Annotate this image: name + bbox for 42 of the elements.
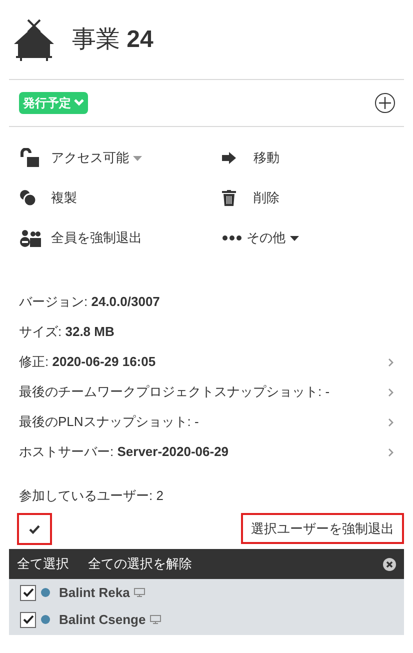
- circles-icon: [19, 189, 37, 207]
- chevron-right-icon[interactable]: [388, 388, 394, 396]
- more-icon: [222, 235, 242, 241]
- monitor-icon: [150, 615, 161, 624]
- close-icon[interactable]: [383, 558, 396, 570]
- monitor-icon: [134, 588, 145, 597]
- action-item[interactable]: その他: [212, 218, 404, 258]
- property-text: ホストサーバー: Server-2020-06-29: [19, 443, 229, 462]
- checkbox[interactable]: [20, 584, 36, 600]
- unlock-icon: [19, 148, 41, 168]
- checkmark-icon: [29, 524, 40, 534]
- property-text: サイズ: 32.8 MB: [19, 323, 114, 342]
- chevron-right-icon[interactable]: [388, 358, 394, 366]
- user-name: Balint Csenge: [59, 610, 146, 629]
- users-icon: [19, 229, 41, 247]
- plus-icon: [379, 97, 391, 109]
- deselect-all-button[interactable]: 全ての選択を解除: [88, 554, 192, 574]
- action-item[interactable]: 全員を強制退出: [19, 218, 212, 258]
- action-item[interactable]: 削除: [212, 178, 404, 218]
- caret-down-icon: [133, 156, 142, 160]
- checkbox[interactable]: [20, 612, 36, 628]
- caret-down-icon: [290, 236, 298, 240]
- users-count: 参加しているユーザー: 2: [18, 487, 164, 506]
- property-text: 最後のチームワークプロジェクトスナップショット: -: [19, 383, 330, 402]
- property-text: 修正: 2020-06-29 16:05: [19, 353, 156, 372]
- chevron-right-icon[interactable]: [388, 448, 394, 456]
- property-text: 最後のPLNスナップショット: -: [19, 413, 199, 432]
- trash-icon: [222, 190, 236, 206]
- property-text: バージョン: 24.0.0/3007: [19, 293, 160, 312]
- check-button[interactable]: [17, 513, 52, 545]
- project-title: 事業 24: [72, 24, 154, 54]
- hut-icon: [14, 18, 54, 62]
- kick-selected-button[interactable]: 選択ユーザーを強制退出: [241, 513, 404, 544]
- arrow-right-icon: [222, 152, 236, 164]
- select-all-button[interactable]: 全て選択: [17, 554, 69, 574]
- chevron-down-icon: [74, 99, 84, 107]
- action-item[interactable]: 複製: [19, 178, 212, 218]
- action-item[interactable]: アクセス可能: [19, 138, 212, 178]
- add-button[interactable]: [375, 93, 395, 113]
- chevron-right-icon[interactable]: [388, 418, 394, 426]
- user-name: Balint Reka: [59, 584, 130, 602]
- action-item[interactable]: 移動: [212, 138, 404, 178]
